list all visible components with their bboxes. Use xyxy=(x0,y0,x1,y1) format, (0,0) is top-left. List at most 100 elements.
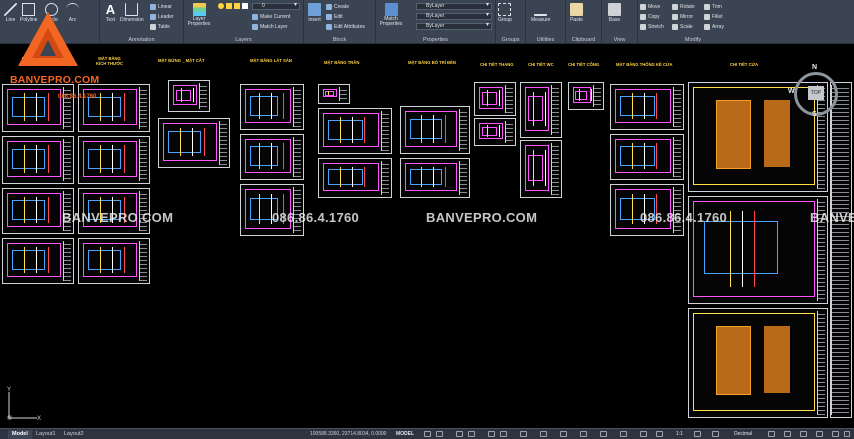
table-button[interactable]: Table xyxy=(150,23,170,31)
base-view-tool[interactable]: Base xyxy=(608,3,621,23)
match-layer-button[interactable]: Match Layer xyxy=(252,23,288,31)
dynamic-ucs-icon[interactable] xyxy=(600,431,607,437)
trim-button[interactable]: Trim xyxy=(704,3,722,11)
drawing-sheet[interactable] xyxy=(78,136,150,184)
bulb-icon[interactable] xyxy=(218,3,224,9)
clipboard-panel-title[interactable]: Clipboard xyxy=(566,37,601,43)
selection-cycling-icon[interactable] xyxy=(560,431,567,437)
make-current-button[interactable]: Make Current xyxy=(252,13,290,21)
lock-icon[interactable] xyxy=(234,3,240,9)
polar-icon[interactable] xyxy=(468,431,475,437)
drawing-sheet[interactable] xyxy=(610,84,684,130)
linetype-dropdown[interactable]: ByLayer xyxy=(416,13,492,20)
lineweight-dropdown[interactable]: ByLayer xyxy=(416,23,492,30)
drawing-canvas[interactable]: MẶT BẰNG HIỆN TRẠNG MẶT BẰNG KÍCH THƯỚC … xyxy=(0,44,854,428)
drawing-sheet[interactable] xyxy=(78,238,150,284)
layer-properties-tool[interactable]: Layer Properties xyxy=(188,3,210,27)
array-button[interactable]: Array xyxy=(704,23,724,31)
lock-ui-icon[interactable] xyxy=(784,431,791,437)
snap-icon[interactable] xyxy=(436,431,443,437)
leader-button[interactable]: Leader xyxy=(150,13,174,21)
drawing-sheet[interactable] xyxy=(474,118,516,146)
tab-layout2[interactable]: Layout2 xyxy=(60,430,88,439)
paste-tool[interactable]: Paste xyxy=(570,3,583,23)
drawing-sheet[interactable] xyxy=(240,84,304,130)
drawing-sheet[interactable] xyxy=(688,308,828,418)
block-panel-title[interactable]: Block xyxy=(304,37,375,43)
match-properties-tool[interactable]: Match Properties xyxy=(378,3,404,27)
fillet-button[interactable]: Fillet xyxy=(704,13,723,21)
ortho-icon[interactable] xyxy=(456,431,463,437)
insert-tool[interactable]: Insert xyxy=(308,3,321,23)
table-label: Table xyxy=(158,24,170,30)
dimension-tool[interactable]: Dimension xyxy=(120,3,144,23)
utilities-panel-title[interactable]: Utilities xyxy=(526,37,565,43)
drawing-sheet[interactable] xyxy=(830,82,852,418)
clean-screen-icon[interactable] xyxy=(832,431,839,437)
otrack-icon[interactable] xyxy=(500,431,507,437)
drawing-sheet[interactable] xyxy=(520,140,562,198)
tab-model[interactable]: Model xyxy=(8,430,32,439)
compass-north[interactable]: N xyxy=(812,64,817,71)
rotate-button[interactable]: Rotate xyxy=(672,3,695,11)
customization-menu-icon[interactable] xyxy=(844,431,850,437)
create-block-button[interactable]: Create xyxy=(326,3,349,11)
gizmo-icon[interactable] xyxy=(640,431,647,437)
modify-panel-title[interactable]: Modify xyxy=(638,37,748,43)
drawing-sheet[interactable] xyxy=(240,134,304,180)
edit-block-button[interactable]: Edit xyxy=(326,13,343,21)
drawing-sheet[interactable] xyxy=(568,82,604,110)
graphics-performance-icon[interactable] xyxy=(816,431,823,437)
drawing-sheet[interactable] xyxy=(2,136,74,184)
copy-button[interactable]: Copy xyxy=(640,13,660,21)
scale-button[interactable]: Scale xyxy=(672,23,693,31)
color-dropdown[interactable]: ByLayer xyxy=(416,3,492,10)
lineweight-icon[interactable] xyxy=(520,431,527,437)
edit-attributes-button[interactable]: Edit Attributes xyxy=(326,23,365,31)
drawing-sheet[interactable] xyxy=(610,134,684,180)
drawing-sheet[interactable] xyxy=(318,158,392,198)
drawing-sheet[interactable] xyxy=(2,238,74,284)
compass-south[interactable]: S xyxy=(812,111,817,118)
sun-icon[interactable] xyxy=(226,3,232,9)
units-selector[interactable]: Decimal xyxy=(734,430,752,439)
drawing-sheet[interactable] xyxy=(520,82,562,138)
selection-filter-icon[interactable] xyxy=(620,431,627,437)
isolate-objects-icon[interactable] xyxy=(800,431,807,437)
annotation-visibility-icon[interactable] xyxy=(656,431,663,437)
viewcube-top-face[interactable]: TOP xyxy=(808,86,824,100)
drawing-sheet[interactable] xyxy=(400,158,470,198)
compass-west[interactable]: W xyxy=(788,88,795,95)
annotation-monitor-icon[interactable] xyxy=(712,431,719,437)
stretch-button[interactable]: Stretch xyxy=(640,23,664,31)
tab-layout1[interactable]: Layout1 xyxy=(32,430,60,439)
linear-button[interactable]: Linear xyxy=(150,3,172,11)
workspace-gear-icon[interactable] xyxy=(694,431,701,437)
drawing-sheet[interactable] xyxy=(474,82,516,116)
color-swatch-icon[interactable] xyxy=(242,3,248,9)
viewcube[interactable]: N W S TOP xyxy=(788,64,846,120)
drawing-sheet[interactable] xyxy=(318,84,350,104)
quick-properties-icon[interactable] xyxy=(768,431,775,437)
annotation-panel-title[interactable]: Annotation xyxy=(100,37,183,43)
annotation-scale[interactable]: 1:1 xyxy=(676,430,683,439)
grid-icon[interactable] xyxy=(424,431,431,437)
transparency-icon[interactable] xyxy=(540,431,547,437)
osnap-icon[interactable] xyxy=(488,431,495,437)
drawing-sheet[interactable] xyxy=(158,118,230,168)
drawing-sheet[interactable] xyxy=(168,80,210,112)
mirror-button[interactable]: Mirror xyxy=(672,13,693,21)
drawing-sheet[interactable] xyxy=(400,106,470,154)
move-button[interactable]: Move xyxy=(640,3,660,11)
layers-panel-title[interactable]: Layers xyxy=(184,37,303,43)
group-tool[interactable]: Group xyxy=(498,3,512,23)
model-space-toggle[interactable]: MODEL xyxy=(396,430,414,439)
drawing-sheet[interactable] xyxy=(318,108,392,154)
view-panel-title[interactable]: View xyxy=(602,37,637,43)
title-block xyxy=(459,161,467,195)
groups-panel-title[interactable]: Groups xyxy=(496,37,525,43)
3d-osnap-icon[interactable] xyxy=(580,431,587,437)
properties-panel-title[interactable]: Properties xyxy=(376,37,495,43)
layer-dropdown[interactable]: 0 xyxy=(252,3,300,10)
measure-tool[interactable]: Measure xyxy=(531,3,550,23)
